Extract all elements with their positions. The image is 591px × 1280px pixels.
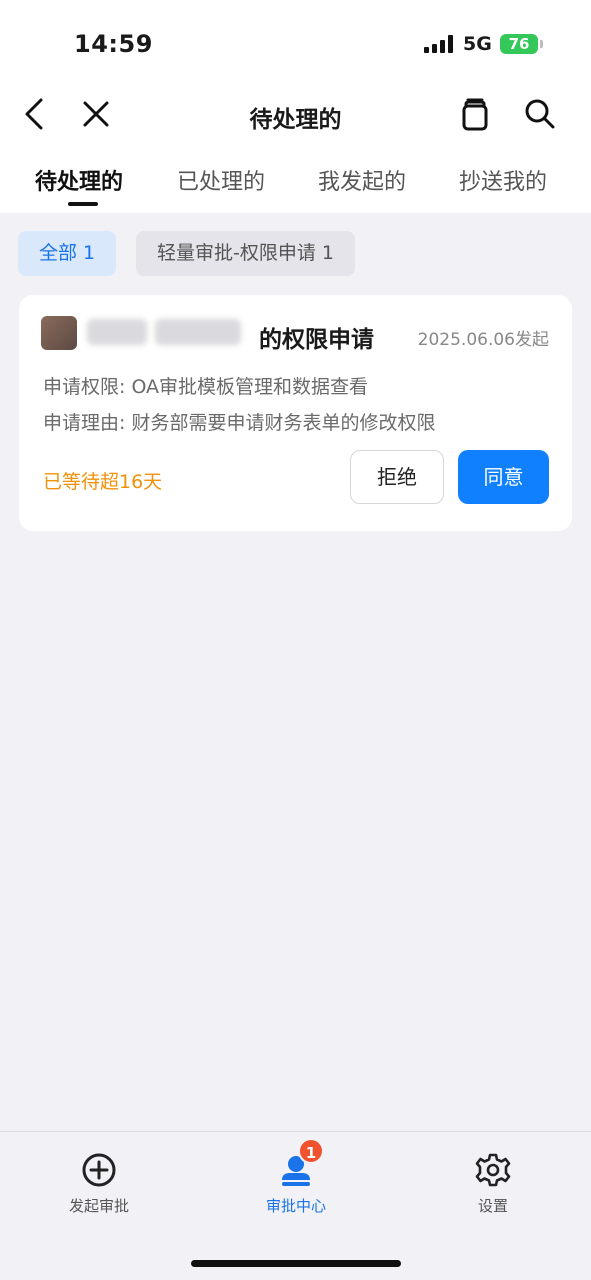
avatar: [41, 316, 77, 350]
clipboard-icon: [462, 98, 488, 131]
network-label: 5G: [463, 33, 492, 55]
bottom-tab-new-approval[interactable]: 发起审批: [39, 1150, 159, 1216]
bottom-tab-approval-center[interactable]: 1 审批中心: [236, 1138, 356, 1216]
search-icon: [525, 99, 555, 129]
add-circle-icon: [79, 1150, 119, 1190]
header-area: 14:59 5G 76 待处理的 待处理的 已处理的 我发起的 抄送我的: [0, 0, 591, 213]
approval-card[interactable]: 的权限申请 2025.06.06发起 申请权限: OA审批模板管理和数据查看 申…: [19, 295, 572, 531]
tab-indicator: [68, 202, 98, 206]
agree-button[interactable]: 同意: [458, 450, 549, 504]
card-title: 的权限申请: [259, 327, 374, 353]
filter-chip-permission[interactable]: 轻量审批-权限申请 1: [136, 231, 355, 276]
reject-button[interactable]: 拒绝: [350, 450, 444, 504]
page-title: 待处理的: [249, 107, 342, 133]
bottom-tab-label: 设置: [477, 1197, 508, 1215]
card-date: 2025.06.06发起: [417, 330, 549, 350]
notification-badge: 1: [298, 1138, 324, 1164]
tab-initiated[interactable]: 我发起的: [318, 164, 406, 196]
battery-icon: 76: [500, 34, 538, 54]
permission-line: 申请权限: OA审批模板管理和数据查看: [43, 376, 369, 398]
redacted-name-2: [155, 319, 241, 345]
bottom-tab-settings[interactable]: 设置: [433, 1150, 553, 1216]
home-indicator: [191, 1260, 401, 1267]
bottom-tab-label: 审批中心: [265, 1197, 326, 1215]
person-stamp-icon: 1: [276, 1138, 324, 1190]
bottom-tab-bar: 发起审批 1 审批中心 设置: [0, 1131, 591, 1280]
clipboard-button[interactable]: [455, 94, 495, 134]
tab-cc-me[interactable]: 抄送我的: [459, 164, 547, 196]
gear-icon: [473, 1150, 513, 1190]
tab-processed[interactable]: 已处理的: [177, 164, 265, 196]
waiting-status: 已等待超16天: [43, 471, 163, 493]
battery-tip: [540, 40, 543, 48]
tab-pending[interactable]: 待处理的: [35, 164, 123, 196]
redacted-name: [87, 319, 147, 345]
signal-icon: [424, 35, 454, 53]
reason-line: 申请理由: 财务部需要申请财务表单的修改权限: [43, 412, 436, 434]
bottom-tab-label: 发起审批: [68, 1197, 129, 1215]
search-button[interactable]: [520, 94, 560, 134]
status-time: 14:59: [74, 30, 153, 58]
filter-chip-all[interactable]: 全部 1: [18, 231, 117, 276]
